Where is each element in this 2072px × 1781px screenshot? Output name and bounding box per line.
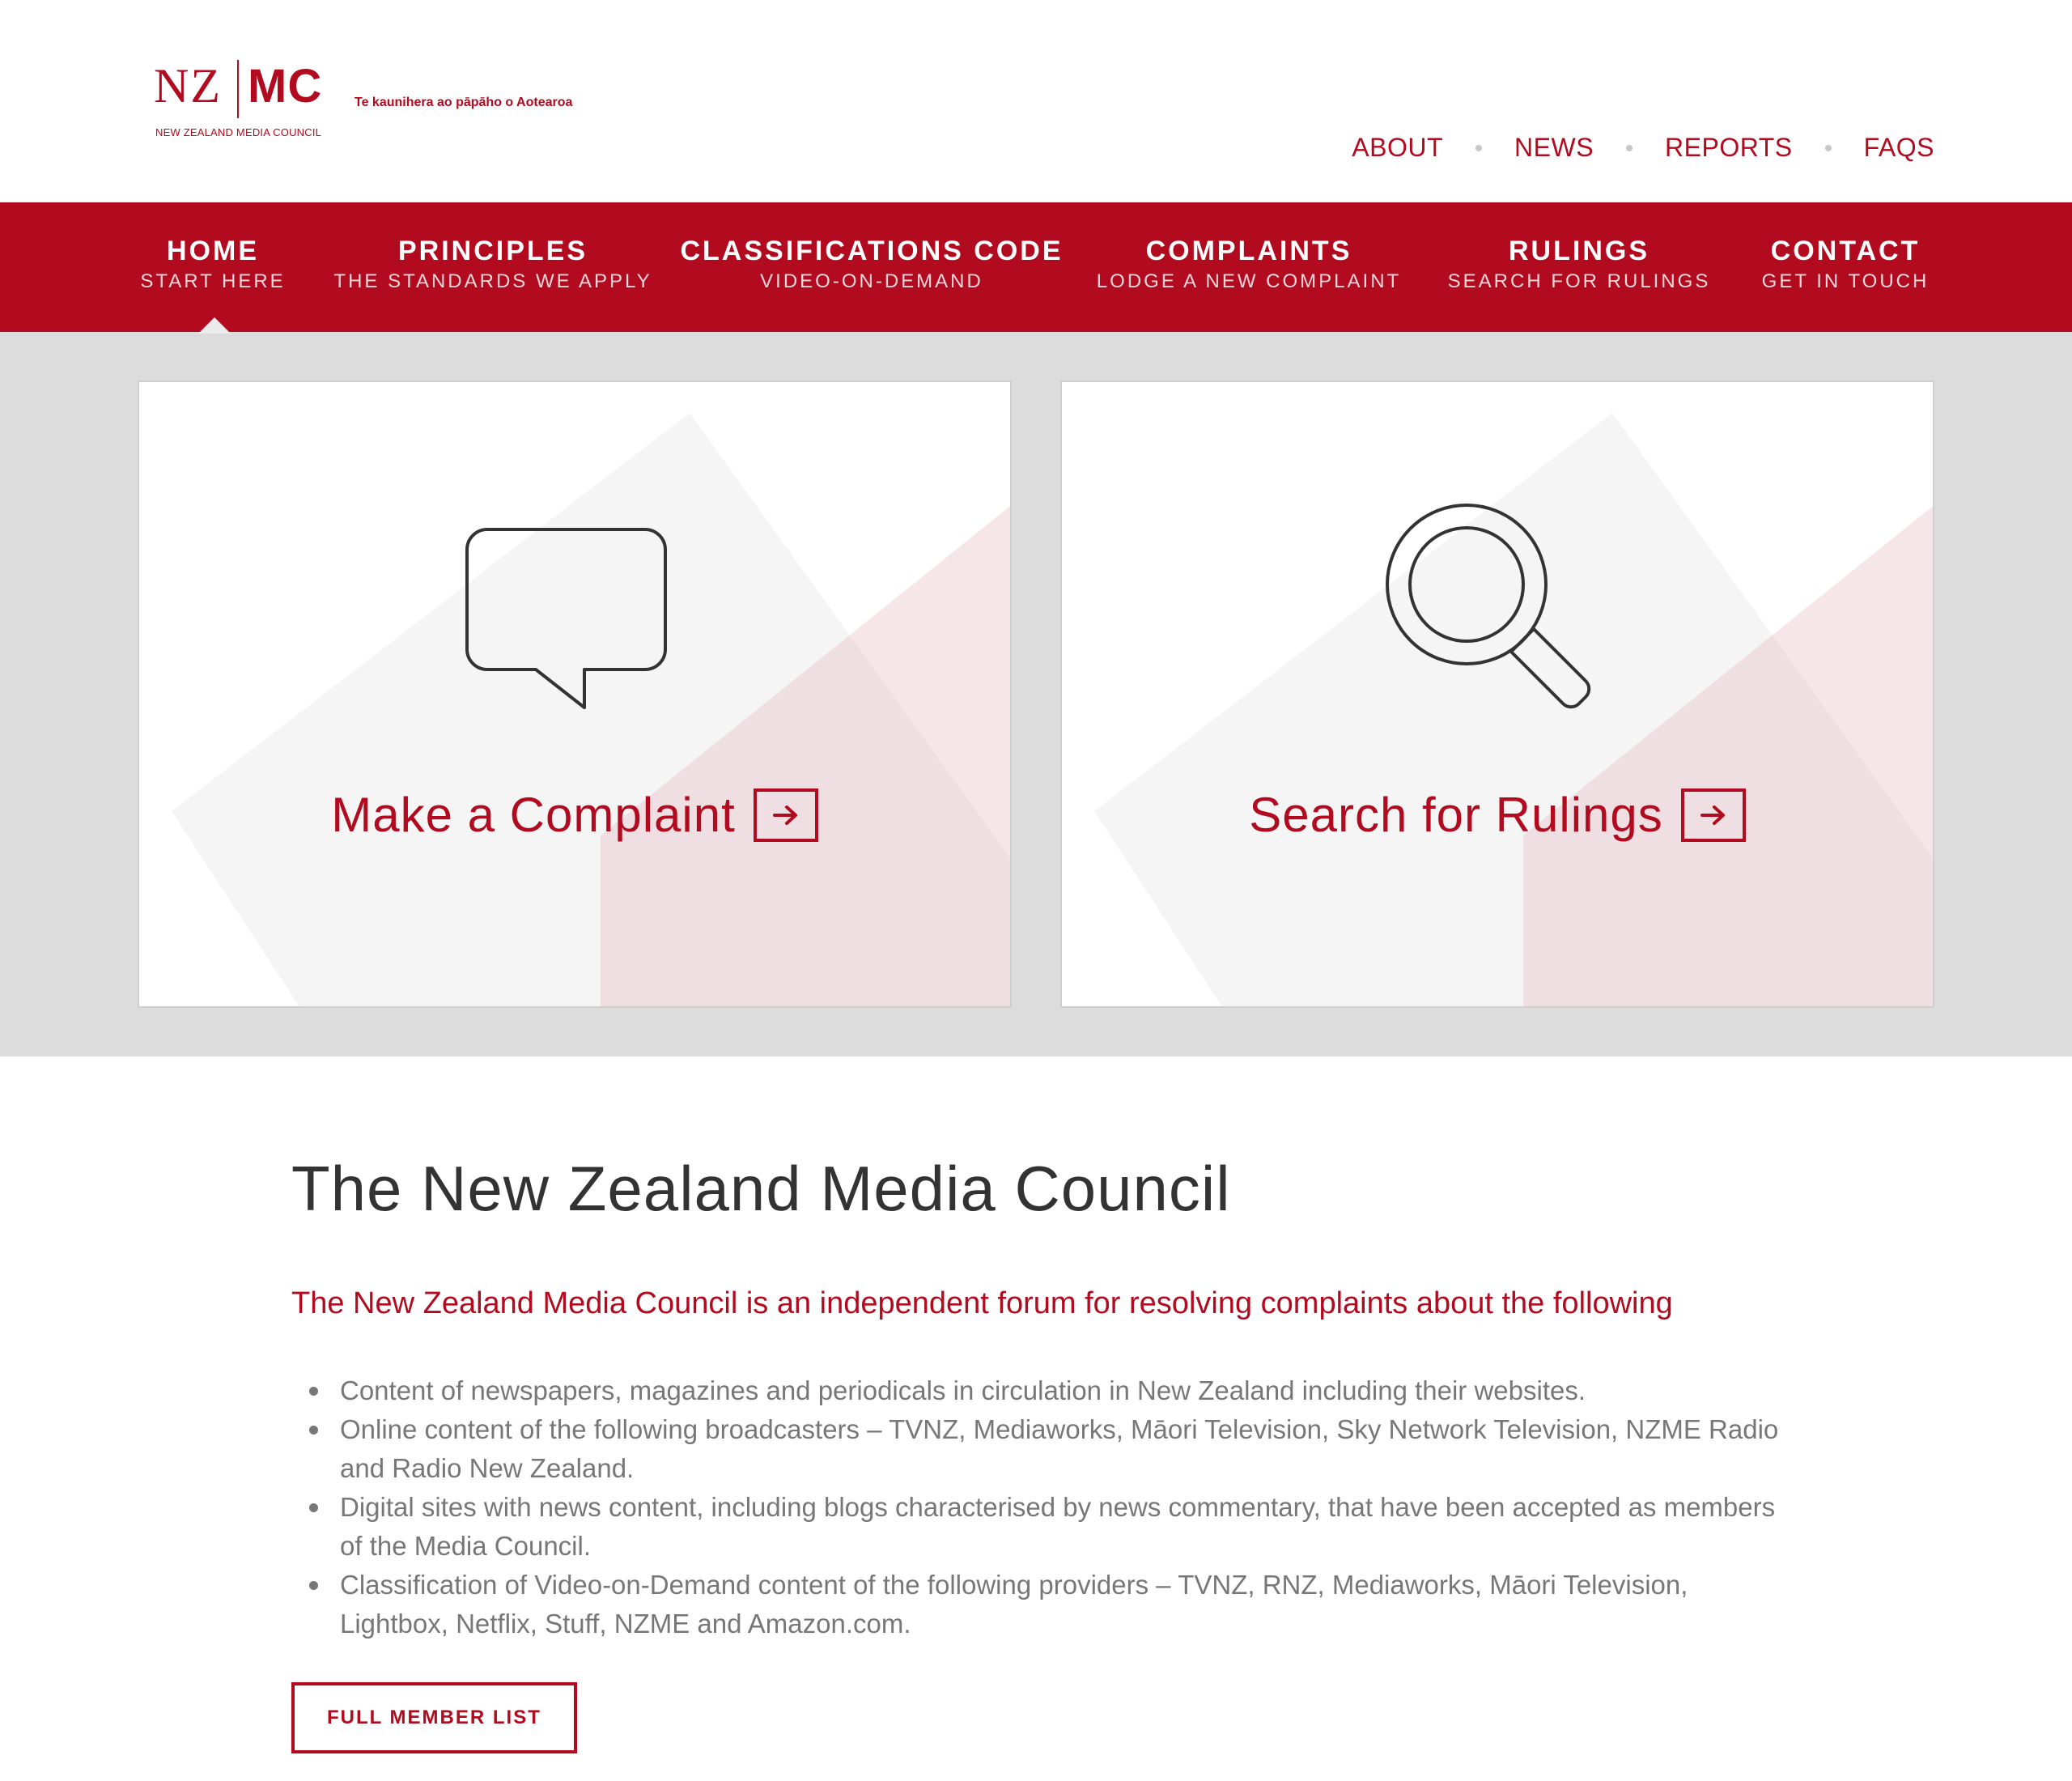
- topnav-reports[interactable]: REPORTS: [1665, 133, 1793, 163]
- top-nav: ABOUT NEWS REPORTS FAQS: [1352, 133, 1934, 163]
- page-heading: The New Zealand Media Council: [291, 1153, 1231, 1224]
- mainnav-home-title: HOME: [167, 236, 259, 266]
- mainnav-complaints-title: COMPLAINTS: [1145, 236, 1352, 266]
- topnav-about[interactable]: ABOUT: [1352, 133, 1443, 163]
- feature-panel: Make a Complaint Search for Rulings: [0, 332, 2072, 1056]
- list-item: Content of newspapers, magazines and per…: [291, 1371, 1797, 1410]
- list-item: Classification of Video-on-Demand conten…: [291, 1566, 1797, 1643]
- mainnav-classifications-subtitle: VIDEO-ON-DEMAND: [760, 270, 983, 292]
- mainnav-rulings-subtitle: SEARCH FOR RULINGS: [1447, 270, 1711, 292]
- logo-divider: [237, 60, 239, 118]
- logo-mc-text: MC: [248, 60, 323, 113]
- arrow-right-icon: [1680, 788, 1746, 842]
- full-member-list-button[interactable]: FULL MEMBER LIST: [291, 1682, 577, 1753]
- logo-subtitle: NEW ZEALAND MEDIA COUNCIL: [155, 126, 322, 138]
- mainnav-complaints[interactable]: COMPLAINTS LODGE A NEW COMPLAINT: [1097, 235, 1401, 295]
- make-complaint-card[interactable]: Make a Complaint: [138, 380, 1012, 1008]
- make-complaint-label: Make a Complaint: [331, 788, 736, 842]
- topnav-news[interactable]: NEWS: [1514, 133, 1594, 163]
- mainnav-principles-subtitle: THE STANDARDS WE APPLY: [333, 270, 652, 292]
- search-rulings-cta: Search for Rulings: [1062, 787, 1933, 843]
- mainnav-classifications-code[interactable]: CLASSIFICATIONS CODE VIDEO-ON-DEMAND: [680, 235, 1063, 295]
- mainnav-principles[interactable]: PRINCIPLES THE STANDARDS WE APPLY: [333, 235, 652, 295]
- maori-tagline: Te kaunihera ao pāpāho o Aotearoa: [355, 96, 573, 109]
- search-rulings-card[interactable]: Search for Rulings: [1060, 380, 1934, 1008]
- mainnav-contact[interactable]: CONTACT GET IN TOUCH: [1762, 235, 1930, 295]
- mainnav-contact-subtitle: GET IN TOUCH: [1761, 270, 1930, 292]
- arrow-right-icon: [753, 788, 818, 842]
- intro-section: The New Zealand Media Council The New Ze…: [291, 1150, 1797, 1753]
- list-item: Online content of the following broadcas…: [291, 1410, 1797, 1488]
- mainnav-contact-title: CONTACT: [1770, 236, 1921, 266]
- active-nav-caret: [198, 317, 231, 334]
- mainnav-rulings-title: RULINGS: [1508, 236, 1650, 266]
- mainnav-classifications-title: CLASSIFICATIONS CODE: [680, 236, 1064, 266]
- topnav-faqs[interactable]: FAQS: [1864, 133, 1934, 163]
- search-rulings-label: Search for Rulings: [1249, 788, 1663, 842]
- magnifier-icon: [1386, 504, 1591, 709]
- mainnav-home[interactable]: HOME START HERE: [140, 235, 285, 295]
- nav-separator-dot: [1475, 144, 1483, 151]
- mainnav-complaints-subtitle: LODGE A NEW COMPLAINT: [1096, 270, 1402, 292]
- list-item: Digital sites with news content, includi…: [291, 1488, 1797, 1566]
- nzmc-logo[interactable]: NZ MC NEW ZEALAND MEDIA COUNCIL: [154, 60, 340, 141]
- mainnav-rulings[interactable]: RULINGS SEARCH FOR RULINGS: [1448, 235, 1711, 295]
- mainnav-home-subtitle: START HERE: [140, 270, 286, 292]
- main-nav: HOME START HERE PRINCIPLES THE STANDARDS…: [0, 202, 2072, 332]
- site-header: NZ MC NEW ZEALAND MEDIA COUNCIL Te kauni…: [0, 0, 2072, 202]
- nav-separator-dot: [1626, 144, 1633, 151]
- make-complaint-cta: Make a Complaint: [139, 787, 1010, 843]
- intro-lead: The New Zealand Media Council is an inde…: [291, 1286, 1673, 1320]
- nav-separator-dot: [1824, 144, 1832, 151]
- logo-nz-text: NZ: [154, 59, 222, 113]
- mainnav-principles-title: PRINCIPLES: [397, 236, 588, 266]
- jurisdiction-list: Content of newspapers, magazines and per…: [291, 1371, 1797, 1643]
- speech-bubble-icon: [465, 528, 667, 709]
